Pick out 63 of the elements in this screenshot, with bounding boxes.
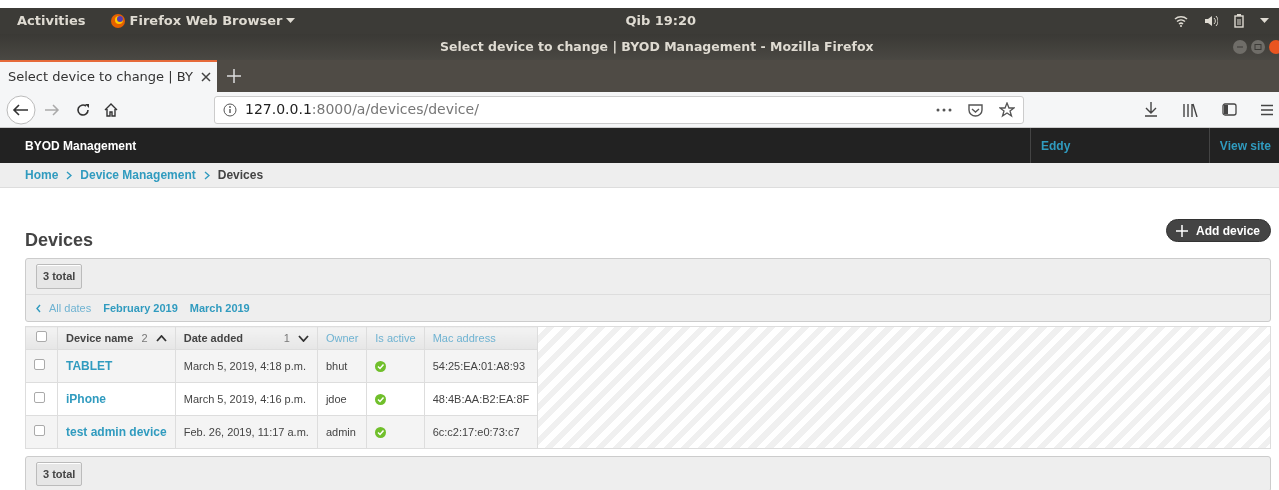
- sort-priority[interactable]: 2: [141, 329, 148, 347]
- plus-icon: [1175, 224, 1188, 237]
- menu-icon[interactable]: [1261, 103, 1273, 116]
- reload-icon[interactable]: [76, 102, 90, 117]
- sort-priority[interactable]: 1: [283, 329, 290, 347]
- device-link[interactable]: TABLET: [66, 359, 113, 373]
- new-tab-icon[interactable]: [227, 69, 241, 83]
- sort-up-icon[interactable]: [155, 334, 167, 342]
- breadcrumb-link[interactable]: Device Management: [80, 166, 196, 184]
- result-count: 3 total: [36, 264, 83, 289]
- column-header[interactable]: Device name: [66, 329, 142, 347]
- chevron-right-icon: [203, 170, 210, 180]
- clock[interactable]: Qib 19:20: [625, 11, 697, 31]
- table-cell: bhut: [325, 359, 348, 372]
- close-icon[interactable]: [201, 72, 211, 82]
- table-cell: jdoe: [325, 392, 347, 405]
- view-site-link[interactable]: View site: [1219, 136, 1271, 155]
- table-cell: March 5, 2019, 4:16 p.m.: [183, 392, 306, 405]
- home-icon[interactable]: [104, 102, 118, 117]
- table-cell: 54:25:EA:01:A8:93: [432, 359, 525, 372]
- breadcrumb-current: Devices: [217, 167, 264, 184]
- sort-down-icon[interactable]: [297, 334, 309, 342]
- activities-button[interactable]: Activities: [17, 11, 86, 31]
- library-icon[interactable]: [1182, 102, 1198, 117]
- address-bar[interactable]: 127.0.0.1:8000/a/devices/device/: [214, 95, 1024, 124]
- device-link[interactable]: iPhone: [66, 392, 106, 406]
- url-text: 127.0.0.1:8000/a/devices/device/: [245, 100, 479, 119]
- table-cell: 6c:c2:17:e0:73:c7: [432, 425, 520, 438]
- add-button[interactable]: Add device: [1165, 219, 1271, 242]
- window-title: Select device to change | BYOD Management - Mozilla Firefox: [440, 37, 874, 56]
- wifi-icon[interactable]: [1174, 15, 1188, 27]
- info-icon: [223, 102, 237, 117]
- pocket-icon[interactable]: [968, 102, 983, 117]
- sidebar-icon[interactable]: [1222, 103, 1237, 116]
- table-cell: 48:4B:AA:B2:EA:8F: [432, 392, 530, 405]
- more-icon[interactable]: [936, 107, 952, 112]
- caret-icon: [286, 18, 296, 24]
- chevron-right-icon: [66, 170, 73, 180]
- column-header[interactable]: Date added: [183, 329, 284, 347]
- checkbox[interactable]: [34, 359, 45, 370]
- user-link[interactable]: Eddy: [1041, 136, 1071, 155]
- table-cell: Feb. 26, 2019, 11:17 a.m.: [183, 425, 309, 438]
- site-brand[interactable]: BYOD Management: [0, 136, 137, 155]
- table-cell: admin: [325, 425, 356, 438]
- battery-icon[interactable]: [1234, 14, 1244, 28]
- checkbox[interactable]: [36, 330, 47, 342]
- page-title: Devices: [25, 230, 94, 252]
- back-button[interactable]: [6, 94, 36, 125]
- date-link[interactable]: March 2019: [189, 299, 250, 317]
- browser-tab[interactable]: Select device to change | BY: [0, 60, 217, 92]
- caret-icon[interactable]: [1260, 18, 1269, 24]
- chevron-left-icon: [36, 303, 41, 313]
- star-icon[interactable]: [999, 101, 1015, 118]
- checkbox[interactable]: [34, 425, 45, 436]
- date-link[interactable]: February 2019: [103, 299, 178, 317]
- volume-icon[interactable]: [1204, 15, 1218, 27]
- result-count: 3 total: [36, 461, 83, 487]
- table-cell: March 5, 2019, 4:18 p.m.: [183, 359, 306, 372]
- close-button[interactable]: [1269, 40, 1279, 54]
- checkbox[interactable]: [34, 392, 45, 403]
- download-icon[interactable]: [1144, 102, 1158, 117]
- breadcrumb-link[interactable]: Home: [25, 166, 59, 184]
- app-menu[interactable]: Firefox Web Browser: [109, 11, 296, 31]
